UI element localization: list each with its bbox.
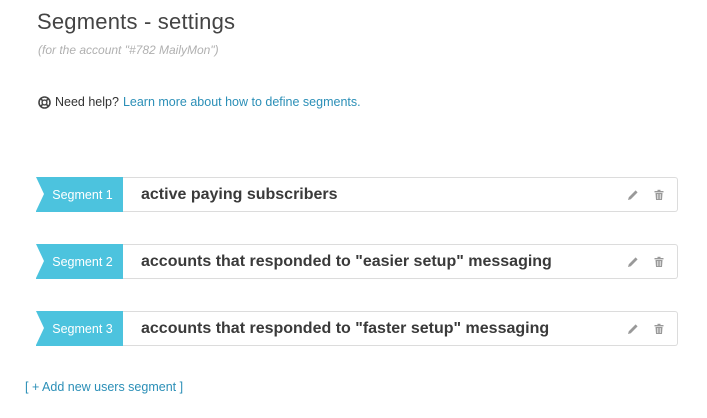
segment-tag: Segment 1 xyxy=(36,177,123,212)
segment-row-1: Segment 1 active paying subscribers xyxy=(36,177,678,212)
delete-trash-icon[interactable] xyxy=(653,256,665,268)
help-line: Need help? Learn more about how to defin… xyxy=(38,95,361,109)
page-title: Segments - settings xyxy=(37,9,236,34)
edit-pencil-icon[interactable] xyxy=(627,256,639,268)
delete-trash-icon[interactable] xyxy=(653,323,665,335)
segment-box: accounts that responded to "easier setup… xyxy=(123,244,678,279)
segment-name: active paying subscribers xyxy=(141,185,338,203)
segment-row-3: Segment 3 accounts that responded to "fa… xyxy=(36,311,678,346)
segment-row-2: Segment 2 accounts that responded to "ea… xyxy=(36,244,678,279)
segment-tag: Segment 3 xyxy=(36,311,123,346)
account-subtitle: (for the account "#782 MailyMon") xyxy=(38,43,219,57)
delete-trash-icon[interactable] xyxy=(653,189,665,201)
help-prefix: Need help? xyxy=(55,95,119,109)
add-segment-link[interactable]: [ + Add new users segment ] xyxy=(25,380,183,394)
help-link[interactable]: Learn more about how to define segments. xyxy=(123,95,361,109)
segment-name: accounts that responded to "faster setup… xyxy=(141,319,550,337)
segment-name: accounts that responded to "easier setup… xyxy=(141,252,552,270)
lifebuoy-icon xyxy=(38,95,51,109)
edit-pencil-icon[interactable] xyxy=(627,323,639,335)
edit-pencil-icon[interactable] xyxy=(627,189,639,201)
segment-box: accounts that responded to "faster setup… xyxy=(123,311,678,346)
segment-box: active paying subscribers xyxy=(123,177,678,212)
segment-tag: Segment 2 xyxy=(36,244,123,279)
